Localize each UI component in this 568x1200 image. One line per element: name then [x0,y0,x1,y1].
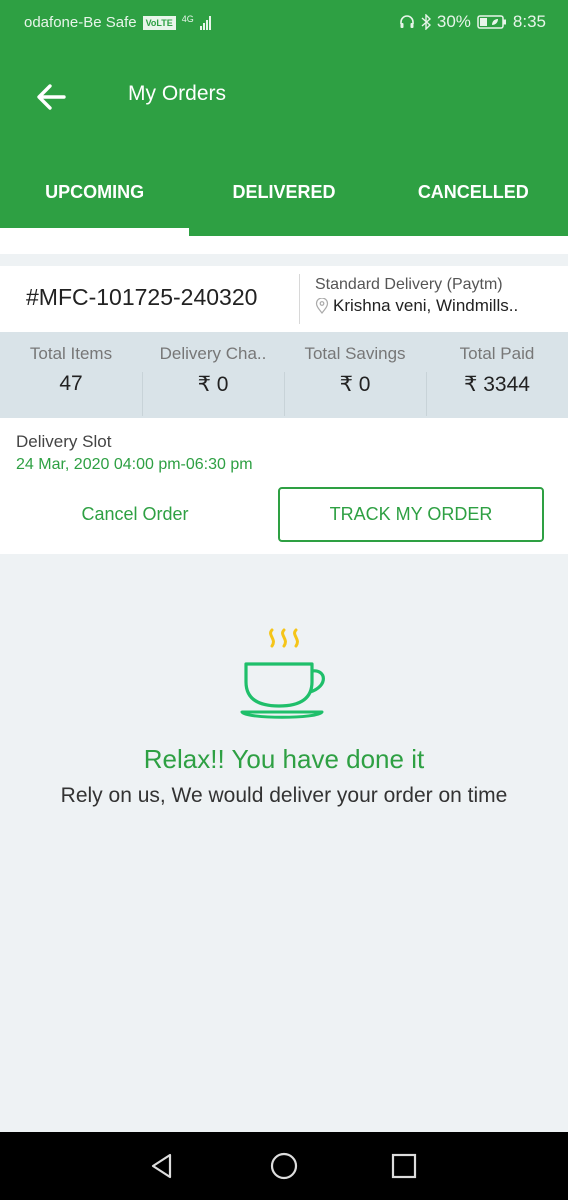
back-arrow-icon[interactable] [34,80,68,114]
relax-subtitle: Rely on us, We would deliver your order … [60,784,508,807]
signal-icon [199,15,211,30]
summary-value: ₹ 3344 [464,373,530,396]
tab-bar: UPCOMING DELIVERED CANCELLED [0,156,568,236]
coffee-cup-icon [240,628,325,719]
location-pin-icon [315,298,329,314]
summary-label: Total Items [29,344,113,363]
header-divider [299,274,300,324]
battery-percent: 30% [436,12,471,31]
order-header: #MFC-101725-240320 Standard Delivery (Pa… [0,266,568,333]
status-bar: odafone-Be Safe VoLTE 4G 30% 8:35 [0,0,568,48]
tab-delivered[interactable]: DELIVERED [189,156,378,236]
navigation-bar [0,1132,568,1200]
clock: 8:35 [512,12,546,31]
order-summary: Total Items 47 Delivery Cha.. ₹ 0 Total … [0,332,568,418]
status-right: 30% 8:35 [399,12,546,32]
tab-upcoming[interactable]: UPCOMING [0,156,190,236]
summary-total-items: Total Items 47 [0,332,142,418]
delivery-slot-label: Delivery Slot [16,432,112,451]
list-top-strip [0,236,568,254]
summary-delivery-charge: Delivery Cha.. ₹ 0 [142,332,284,418]
delivery-slot-value: 24 Mar, 2020 04:00 pm-06:30 pm [16,456,253,473]
home-nav-icon[interactable] [268,1150,300,1182]
recents-nav-icon[interactable] [388,1150,420,1182]
track-order-button[interactable]: TRACK MY ORDER [278,487,544,542]
summary-label: Total Savings [304,344,406,363]
headset-icon [400,15,414,28]
relax-title: Relax!! You have done it [143,744,425,774]
summary-label: Total Paid [459,344,535,363]
back-nav-icon[interactable] [146,1150,178,1182]
delivery-address: Krishna veni, Windmills.. [315,296,518,316]
summary-total-paid: Total Paid ₹ 3344 [426,332,568,418]
network-type: 4G [181,13,194,24]
status-left: odafone-Be Safe VoLTE 4G [24,14,211,31]
order-card: #MFC-101725-240320 Standard Delivery (Pa… [0,266,568,554]
volte-badge: VoLTE [142,15,176,30]
battery-icon [477,15,506,29]
tab-cancelled[interactable]: CANCELLED [379,156,568,236]
bluetooth-icon [421,14,431,30]
order-id: #MFC-101725-240320 [26,284,258,310]
summary-value: ₹ 0 [197,373,229,396]
delivery-type: Standard Delivery (Paytm) [315,276,503,293]
carrier-name: odafone-Be Safe [24,14,137,31]
delivery-address-text: Krishna veni, Windmills.. [333,296,519,315]
cancel-order-button[interactable]: Cancel Order [30,488,240,540]
relax-message: Relax!! You have done it Rely on us, We … [0,554,568,1132]
summary-value: ₹ 0 [339,373,371,396]
summary-value: 47 [59,372,83,395]
summary-label: Delivery Cha.. [159,344,267,363]
page-title: My Orders [128,82,227,105]
summary-total-savings: Total Savings ₹ 0 [284,332,426,418]
app-bar: My Orders UPCOMING DELIVERED CANCELLED [0,48,568,236]
